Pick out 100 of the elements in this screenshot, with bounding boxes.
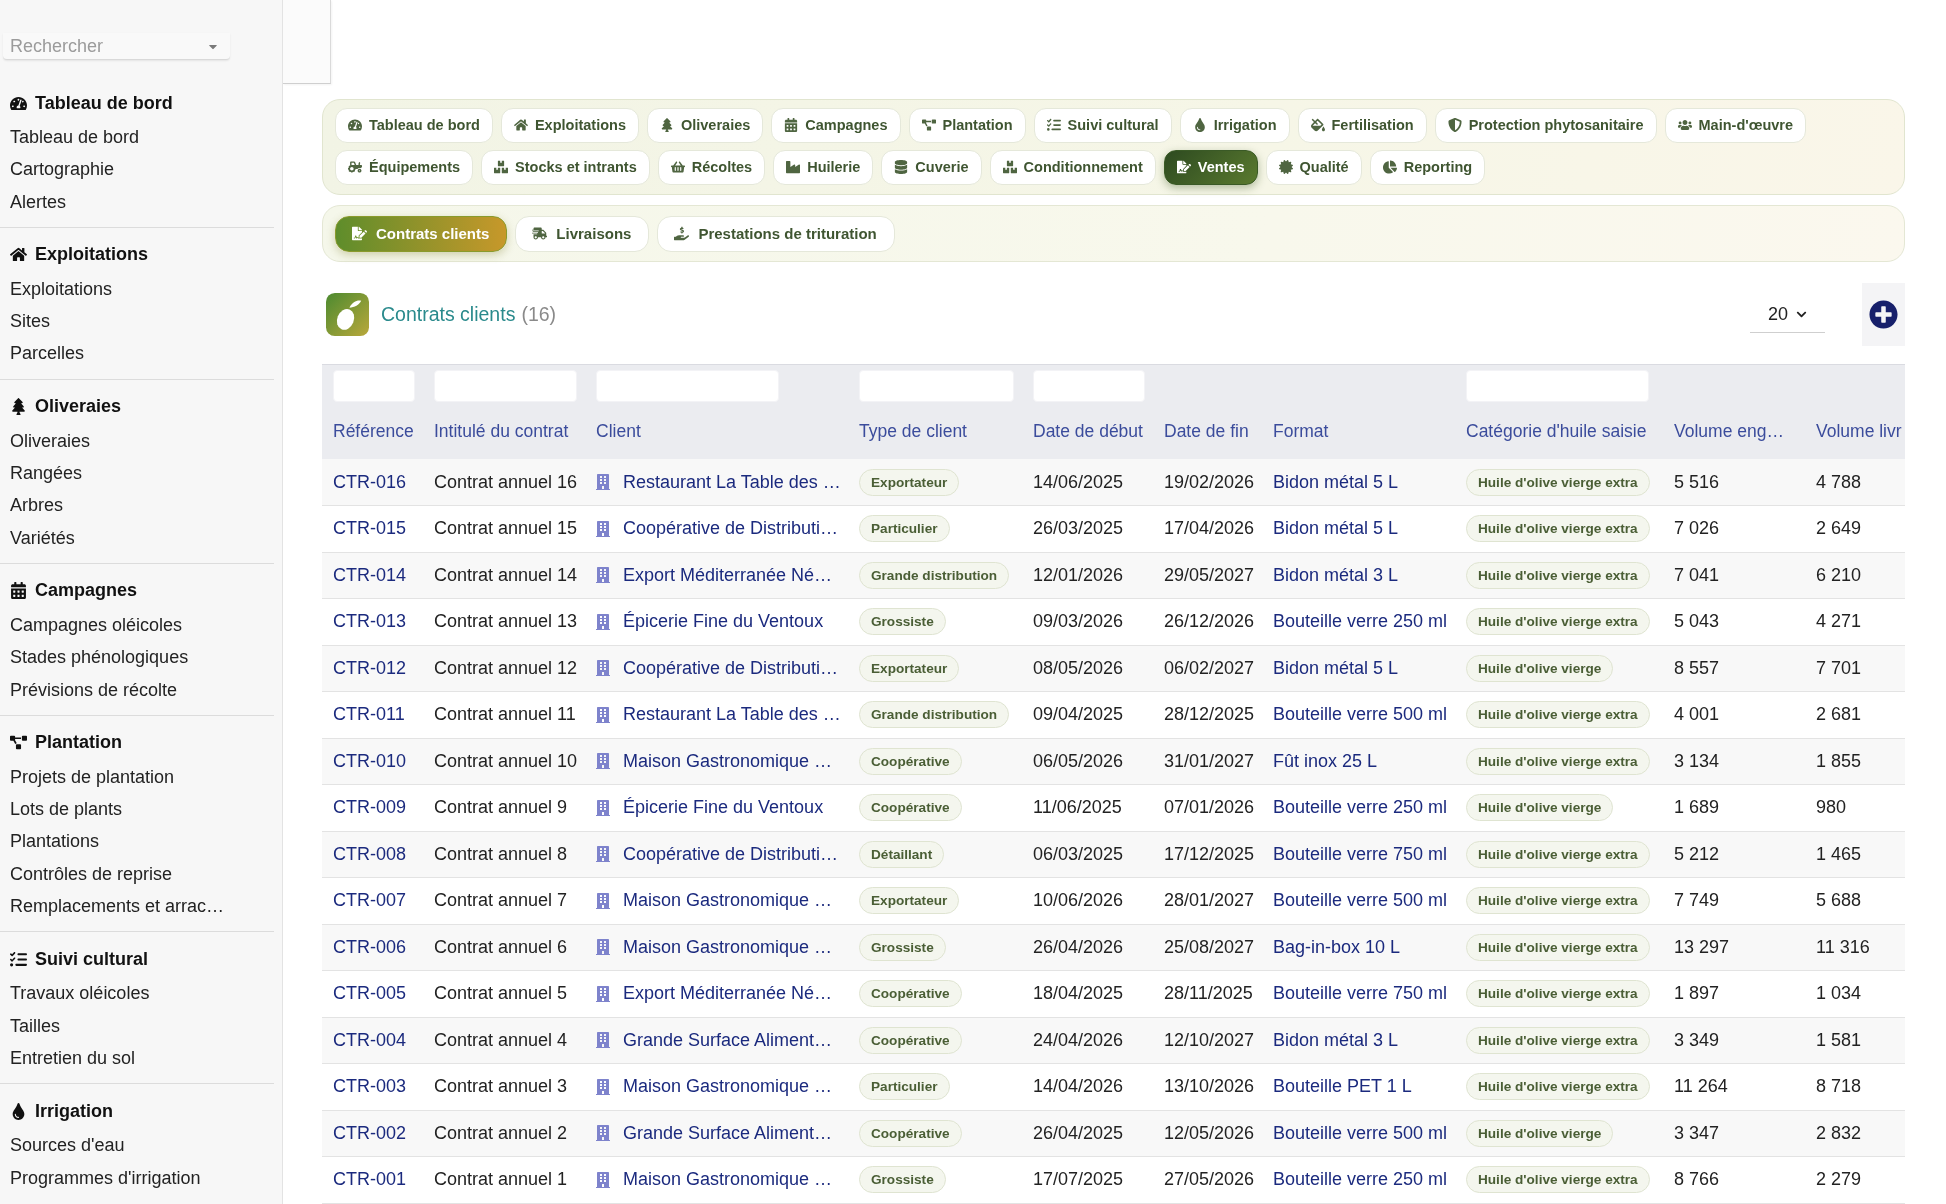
sidebar-item[interactable]: Remplacements et arrac… <box>10 890 225 923</box>
table-link[interactable]: Bouteille verre 250 ml <box>1273 797 1448 818</box>
table-link[interactable]: Bouteille verre 500 ml <box>1273 704 1448 725</box>
sidebar-item[interactable]: Entretien du sol <box>10 1041 136 1075</box>
client-link[interactable]: Épicerie Fine du Ventoux <box>623 611 824 633</box>
module-tab[interactable]: Reporting <box>1369 149 1486 185</box>
client-link[interactable]: Épicerie Fine du Ventoux <box>623 797 824 819</box>
module-tab[interactable]: Ventes <box>1163 149 1258 185</box>
table-link[interactable]: Bouteille PET 1 L <box>1273 1076 1412 1097</box>
client-link[interactable]: Export Méditerranée Né… <box>623 983 833 1005</box>
table-link[interactable]: Bag-in-box 10 L <box>1273 936 1401 957</box>
sidebar-item[interactable]: Exploitations <box>10 272 113 306</box>
column-header[interactable]: Format <box>1273 421 1329 441</box>
module-tab[interactable]: Huilerie <box>773 149 874 185</box>
column-header[interactable]: Date de début <box>1033 421 1143 441</box>
sub-tab[interactable]: Livraisons <box>515 215 650 252</box>
client-link[interactable]: Maison Gastronomique … <box>623 890 833 912</box>
table-link[interactable]: Bouteille verre 750 ml <box>1273 843 1448 864</box>
table-link[interactable]: CTR-009 <box>333 797 407 818</box>
column-header[interactable]: Référence <box>333 421 414 441</box>
client-link[interactable]: Export Méditerranée Né… <box>623 564 833 586</box>
table-link[interactable]: Bidon métal 3 L <box>1273 1029 1399 1050</box>
client-link[interactable]: Maison Gastronomique … <box>623 1076 833 1098</box>
sidebar-item[interactable]: Sources d'eau <box>10 1129 125 1162</box>
module-tab[interactable]: Stocks et intrants <box>481 149 650 185</box>
table-link[interactable]: Bidon métal 5 L <box>1273 471 1399 492</box>
module-tab[interactable]: Récoltes <box>657 149 766 185</box>
sidebar-item[interactable]: Alertes <box>10 185 67 218</box>
client-link[interactable]: Maison Gastronomique … <box>623 936 833 958</box>
module-tab[interactable]: Campagnes <box>771 107 901 143</box>
sidebar-item[interactable]: Cartographie <box>10 153 115 186</box>
table-link[interactable]: CTR-010 <box>333 750 407 771</box>
table-link[interactable]: CTR-008 <box>333 843 407 864</box>
sidebar-item[interactable]: Sites <box>10 305 51 338</box>
sidebar-item[interactable]: Stades phénologiques <box>10 641 189 674</box>
table-link[interactable]: CTR-011 <box>333 704 405 725</box>
client-link[interactable]: Restaurant La Table des … <box>623 471 841 493</box>
table-link[interactable]: CTR-016 <box>333 471 407 492</box>
sidebar-item[interactable]: Oliveraies <box>10 424 91 458</box>
table-link[interactable]: CTR-005 <box>333 983 407 1004</box>
sidebar-item[interactable]: Travaux oléicoles <box>10 977 150 1010</box>
sidebar-item[interactable]: Parcelles <box>10 337 85 370</box>
sidebar-item[interactable]: Tailles <box>10 1009 61 1042</box>
table-link[interactable]: CTR-015 <box>333 518 407 539</box>
module-tab[interactable]: Suivi cultural <box>1033 107 1172 143</box>
table-link[interactable]: Bouteille verre 500 ml <box>1273 890 1448 911</box>
table-link[interactable]: Bouteille verre 750 ml <box>1273 983 1448 1004</box>
module-tab[interactable]: Tableau de bord <box>335 107 493 143</box>
column-header[interactable]: Volume eng… <box>1674 421 1784 441</box>
search-field[interactable]: Rechercher <box>3 33 230 60</box>
module-tab[interactable]: Équipements <box>335 149 474 185</box>
module-tab[interactable]: Qualité <box>1265 149 1362 185</box>
column-header[interactable]: Intitulé du contrat <box>434 421 569 441</box>
module-tab[interactable]: Irrigation <box>1179 107 1290 143</box>
client-link[interactable]: Coopérative de Distributi… <box>623 518 839 540</box>
module-tab[interactable]: Main-d'œuvre <box>1664 107 1806 143</box>
sidebar-item[interactable]: Projets de plantation <box>10 760 175 794</box>
sidebar-item[interactable]: Rangées <box>10 457 83 490</box>
sidebar-item[interactable]: Tableau de bord <box>10 121 140 154</box>
sidebar-item[interactable]: Programmes d'irrigation <box>10 1161 201 1194</box>
module-tab[interactable]: Exploitations <box>500 107 639 143</box>
sidebar-item[interactable]: Campagnes oléicoles <box>10 608 183 642</box>
client-link[interactable]: Coopérative de Distributi… <box>623 843 839 865</box>
client-link[interactable]: Grande Surface Aliment… <box>623 1029 833 1051</box>
module-tab[interactable]: Plantation <box>908 107 1026 143</box>
column-header[interactable]: Catégorie d'huile saisie <box>1466 421 1647 441</box>
table-link[interactable]: CTR-004 <box>333 1029 407 1050</box>
module-tab[interactable]: Oliveraies <box>646 107 764 143</box>
table-link[interactable]: Fût inox 25 L <box>1273 750 1378 771</box>
sidebar-item[interactable]: Arbres <box>10 489 63 522</box>
table-link[interactable]: CTR-013 <box>333 611 407 632</box>
table-link[interactable]: CTR-003 <box>333 1076 407 1097</box>
client-link[interactable]: Grande Surface Aliment… <box>623 1122 833 1144</box>
module-tab[interactable]: Protection phytosanitaire <box>1434 107 1657 143</box>
table-link[interactable]: CTR-006 <box>333 936 407 957</box>
client-link[interactable]: Restaurant La Table des … <box>623 704 841 726</box>
table-link[interactable]: Bidon métal 5 L <box>1273 518 1399 539</box>
sidebar-item[interactable]: Lots de plants <box>10 793 123 826</box>
module-tab[interactable]: Conditionnement <box>989 149 1156 185</box>
table-link[interactable]: Bouteille verre 250 ml <box>1273 611 1448 632</box>
table-link[interactable]: CTR-001 <box>333 1169 407 1190</box>
column-header[interactable]: Client <box>596 421 641 441</box>
table-link[interactable]: Bouteille verre 500 ml <box>1273 1122 1448 1143</box>
table-link[interactable]: CTR-012 <box>333 657 407 678</box>
sidebar-item[interactable]: Prévisions de récolte <box>10 673 178 706</box>
column-header[interactable]: Volume livr <box>1816 421 1902 441</box>
table-link[interactable]: CTR-002 <box>333 1122 407 1143</box>
client-link[interactable]: Maison Gastronomique … <box>623 750 833 772</box>
client-link[interactable]: Coopérative de Distributi… <box>623 657 839 679</box>
table-link[interactable]: Bidon métal 5 L <box>1273 657 1399 678</box>
module-tab[interactable]: Fertilisation <box>1297 107 1427 143</box>
table-link[interactable]: CTR-007 <box>333 890 407 911</box>
sidebar-item[interactable]: Variétés <box>10 521 75 554</box>
sub-tab[interactable]: Prestations de trituration <box>657 215 895 252</box>
column-header[interactable]: Type de client <box>859 421 967 441</box>
module-tab[interactable]: Cuverie <box>881 149 982 185</box>
sidebar-item[interactable]: Plantations <box>10 825 100 858</box>
table-link[interactable]: CTR-014 <box>333 564 407 585</box>
page-size-select[interactable]: 20 <box>1750 296 1825 333</box>
table-link[interactable]: Bidon métal 3 L <box>1273 564 1399 585</box>
